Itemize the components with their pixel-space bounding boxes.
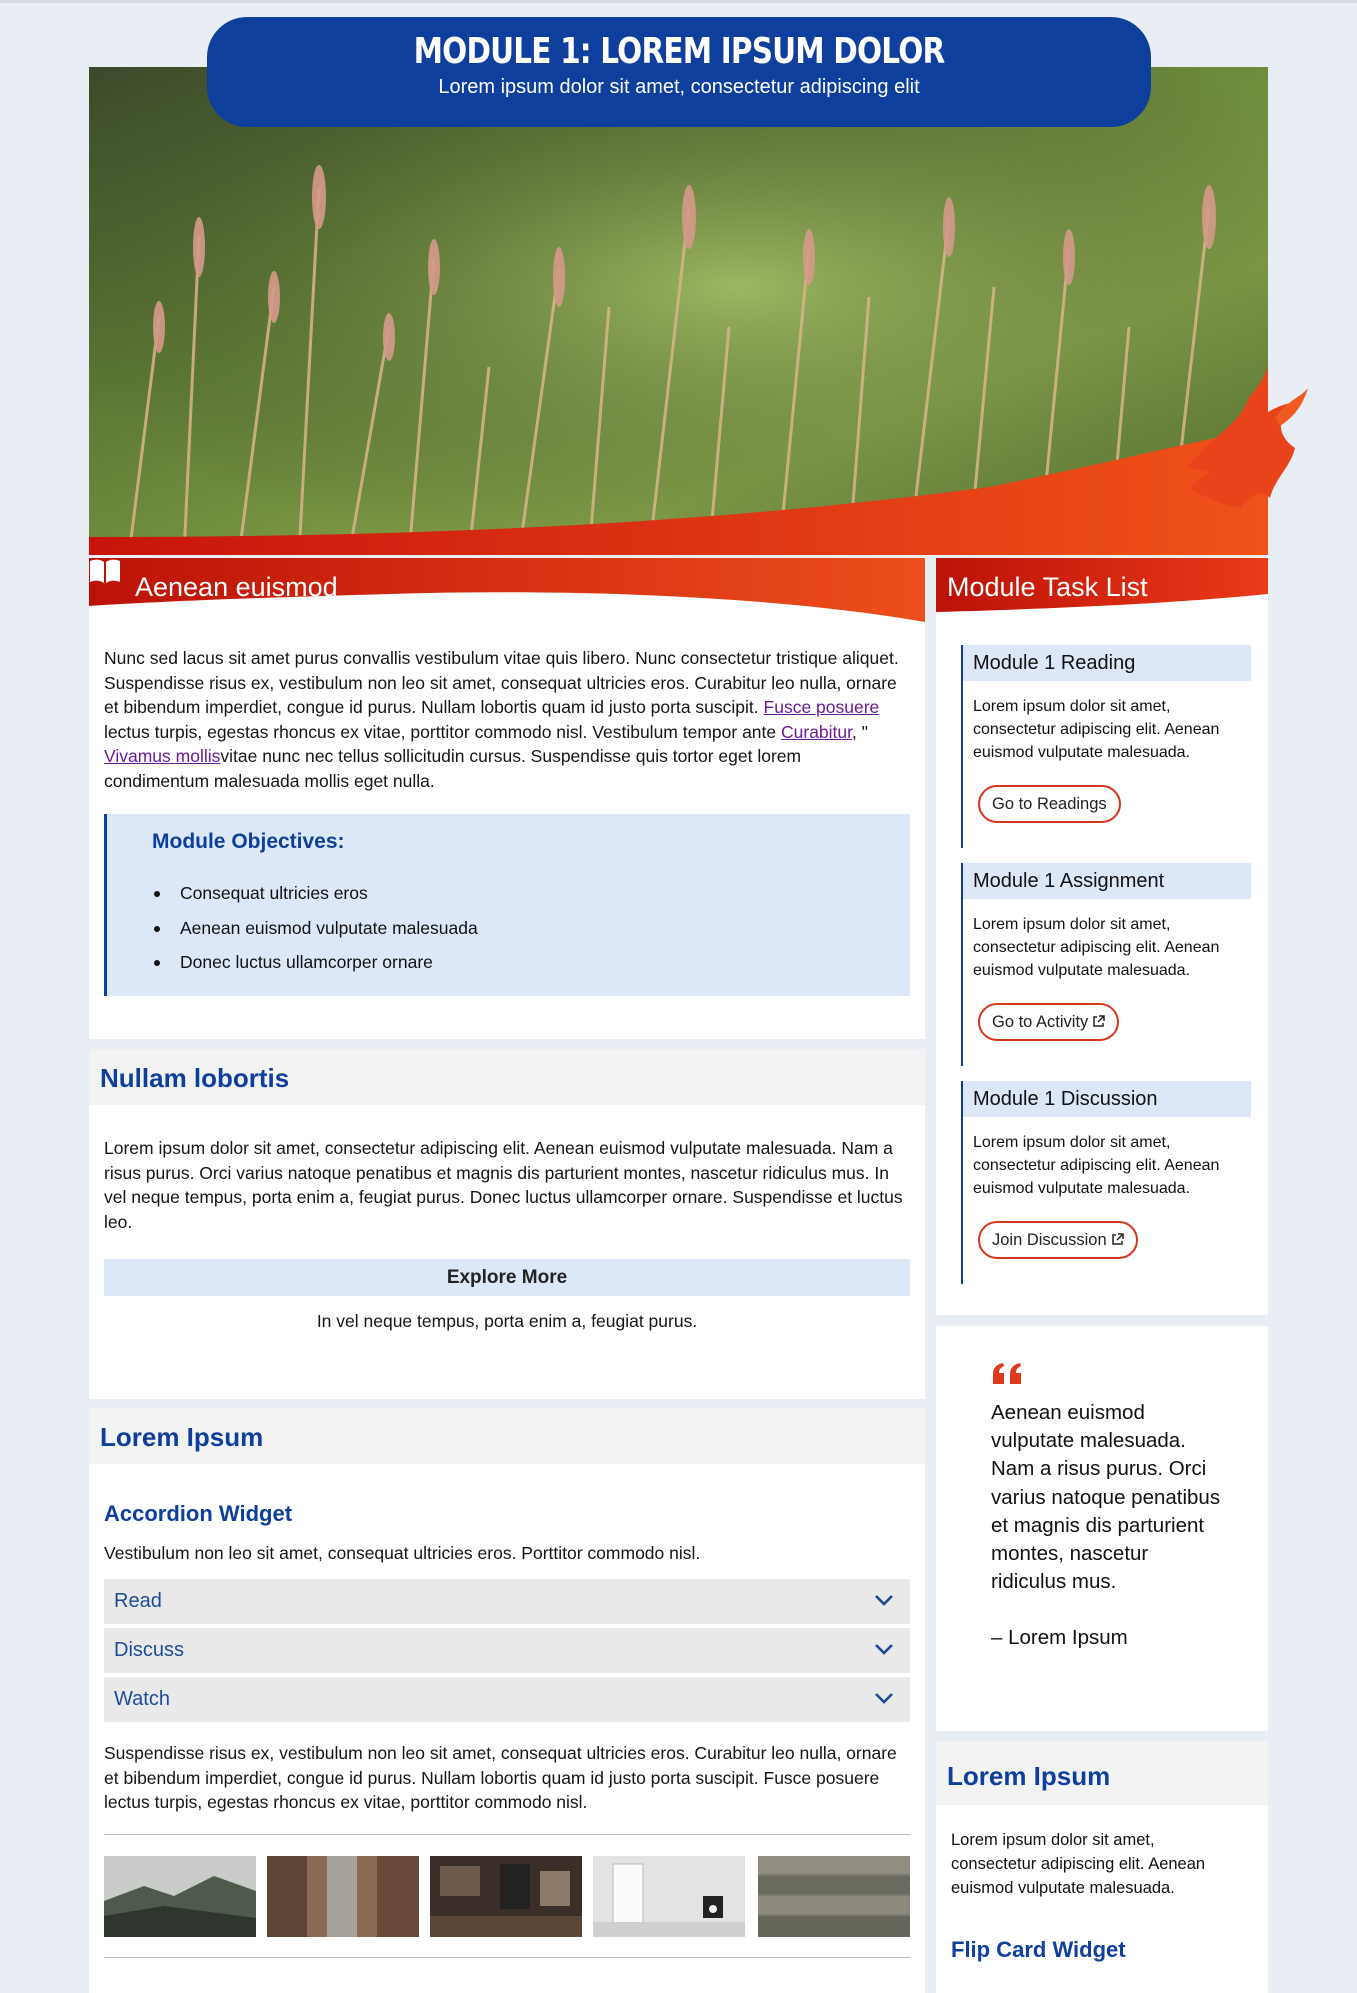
objectives-list: Consequat ultricies eros Aenean euismod … — [152, 876, 478, 980]
hero-image — [89, 67, 1268, 555]
quote-text: Aenean euismod vulputate malesuada. Nam … — [991, 1399, 1221, 1653]
objective-item: Donec luctus ullamcorper ornare — [152, 945, 478, 980]
vivamus-mollis-link[interactable]: Vivamus mollis — [104, 746, 220, 766]
go-to-activity-button[interactable]: Go to Activity — [978, 1003, 1120, 1041]
task-item-text: Lorem ipsum dolor sit amet, consectetur … — [973, 698, 1220, 761]
sidebar-lorem-heading: Lorem Ipsum — [947, 1761, 1111, 1791]
explore-more-text: In vel neque tempus, porta enim a, feugi… — [316, 1311, 698, 1331]
intro-text-2: lectus turpis, egestas rhoncus ex vitae,… — [104, 721, 781, 742]
external-link-icon — [1111, 1233, 1124, 1245]
button-label: Go to Activity — [992, 1013, 1089, 1031]
explore-more-bar: Explore More — [104, 1259, 910, 1296]
join-discussion-button[interactable]: Join Discussion — [978, 1221, 1138, 1259]
task-item-text: Lorem ipsum dolor sit amet, consectetur … — [973, 1134, 1220, 1197]
gallery-thumb-shop[interactable] — [430, 1856, 582, 1937]
module-objectives-box: Module Objectives: Consequat ultricies e… — [104, 814, 910, 996]
task-item-text: Lorem ipsum dolor sit amet, consectetur … — [973, 916, 1220, 979]
intro-heading: Aenean euismod — [135, 572, 338, 602]
module-title-banner: MODULE 1: LOREM IPSUM DOLOR Lorem ipsum … — [207, 17, 1151, 127]
nullam-heading: Nullam lobortis — [100, 1063, 290, 1093]
module-subtitle: Lorem ipsum dolor sit amet, consectetur … — [438, 76, 920, 98]
flip-card-title: Flip Card Widget — [951, 1937, 1126, 1962]
task-item-title: Module 1 Reading — [963, 645, 1251, 681]
gallery-thumb-wood[interactable] — [758, 1856, 910, 1937]
curabitur-link[interactable]: Curabitur — [781, 722, 852, 742]
task-item-discussion: Module 1 Discussion Lorem ipsum dolor si… — [961, 1081, 1251, 1284]
page: MODULE 1: LOREM IPSUM DOLOR Lorem ipsum … — [0, 0, 1357, 1993]
module-title: MODULE 1: LOREM IPSUM DOLOR — [413, 31, 946, 72]
quote-icon — [993, 1363, 1021, 1384]
intro-text-3: , " — [852, 721, 868, 742]
task-list-heading: Module Task List — [947, 572, 1148, 602]
accordion-item-label: Watch — [114, 1688, 170, 1710]
hero-banner — [89, 67, 1268, 555]
sidebar-lorem-paragraph: Lorem ipsum dolor sit amet, consectetur … — [951, 1831, 1206, 1897]
objective-item: Consequat ultricies eros — [152, 876, 478, 911]
gallery-thumb-desk[interactable] — [593, 1856, 745, 1937]
image-gallery — [104, 1834, 910, 1958]
gallery-thumb-landscape[interactable] — [104, 1856, 256, 1937]
accordion-item-label: Discuss — [114, 1639, 185, 1661]
intro-card: Aenean euismod Nunc sed lacus sit amet p… — [89, 558, 925, 1039]
chevron-down-icon — [875, 1693, 893, 1704]
accordion-title: Accordion Widget — [104, 1501, 293, 1526]
sidebar-lorem-header: Lorem Ipsum — [936, 1741, 1268, 1805]
external-link-icon — [1093, 1015, 1106, 1027]
task-item-assignment: Module 1 Assignment Lorem ipsum dolor si… — [961, 863, 1251, 1066]
chevron-down-icon — [875, 1595, 893, 1606]
accordion-item-watch[interactable]: Watch — [104, 1677, 910, 1724]
intro-card-header: Aenean euismod — [89, 558, 925, 622]
accordion-item-read[interactable]: Read — [104, 1579, 910, 1626]
nullam-card: Nullam lobortis Lorem ipsum dolor sit am… — [89, 1049, 925, 1399]
sidebar-lorem-card: Lorem Ipsum Lorem ipsum dolor sit amet, … — [936, 1741, 1268, 1993]
objective-item: Aenean euismod vulputate malesuada — [152, 911, 478, 946]
accordion-intro: Vestibulum non leo sit amet, consequat u… — [104, 1543, 701, 1563]
button-label: Join Discussion — [992, 1231, 1107, 1249]
go-to-readings-button[interactable]: Go to Readings — [978, 785, 1121, 823]
intro-paragraph: Nunc sed lacus sit amet purus convallis … — [104, 646, 910, 793]
accordion-item-discuss[interactable]: Discuss — [104, 1628, 910, 1675]
task-item-title: Module 1 Assignment — [963, 863, 1251, 899]
button-label: Go to Readings — [992, 795, 1107, 813]
lorem-heading: Lorem Ipsum — [100, 1422, 264, 1452]
accordion-item-label: Read — [114, 1590, 162, 1612]
book-icon — [90, 559, 120, 583]
flame-decoration-icon — [1190, 388, 1308, 508]
gallery-thumb-street[interactable] — [267, 1856, 419, 1937]
fusce-posuere-link[interactable]: Fusce posuere — [764, 697, 880, 717]
quote-card: Aenean euismod vulputate malesuada. Nam … — [936, 1326, 1268, 1731]
lorem-card: Lorem Ipsum Accordion Widget Vestibulum … — [89, 1408, 925, 1993]
task-item-reading: Module 1 Reading Lorem ipsum dolor sit a… — [961, 645, 1251, 848]
lorem-card-header: Lorem Ipsum — [89, 1408, 925, 1464]
task-list-header: Module Task List — [936, 558, 1268, 622]
lorem-paragraph: Suspendisse risus ex, vestibulum non leo… — [104, 1743, 897, 1812]
task-list-card: Module Task List Module 1 Reading Lorem … — [936, 558, 1268, 1315]
task-item-title: Module 1 Discussion — [963, 1081, 1251, 1117]
nullam-card-header: Nullam lobortis — [89, 1049, 925, 1105]
nullam-paragraph: Lorem ipsum dolor sit amet, consectetur … — [104, 1138, 903, 1232]
chevron-down-icon — [875, 1644, 893, 1655]
objectives-title: Module Objectives: — [152, 830, 345, 853]
quote-author: – Lorem Ipsum — [991, 1626, 1128, 1650]
quote-body: Aenean euismod vulputate malesuada. Nam … — [991, 1401, 1221, 1594]
